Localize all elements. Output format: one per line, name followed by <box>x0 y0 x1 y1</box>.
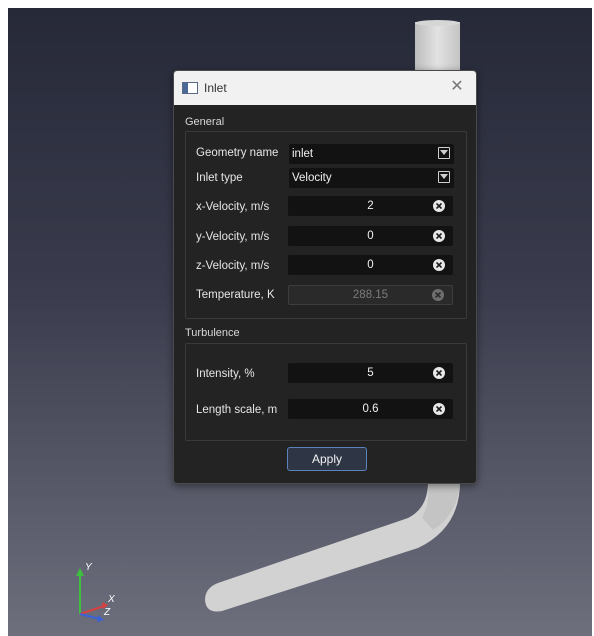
inlet-type-value: Velocity <box>292 172 332 184</box>
inlet-dialog: Inlet ✕ General Geometry name inlet Inle… <box>173 70 477 484</box>
axis-x-label: X <box>107 594 115 605</box>
turbulence-section-label: Turbulence <box>185 327 240 339</box>
x-velocity-value: 2 <box>367 200 374 212</box>
general-section-label: General <box>185 116 225 128</box>
vertical-pipe-cap <box>415 20 460 26</box>
clear-icon[interactable] <box>433 367 445 379</box>
temperature-value: 288.15 <box>352 289 389 301</box>
geometry-name-value: inlet <box>292 148 314 160</box>
clear-icon <box>432 289 444 301</box>
dialog-titlebar[interactable]: Inlet ✕ <box>174 71 476 105</box>
turbulence-group <box>185 343 467 441</box>
z-velocity-input[interactable]: 0 <box>288 255 453 275</box>
inlet-type-label: Inlet type <box>196 172 243 184</box>
length-scale-label: Length scale, m <box>196 404 278 416</box>
clear-icon[interactable] <box>433 230 445 242</box>
geometry-name-combo[interactable]: inlet <box>289 144 454 164</box>
axis-z-label: Z <box>103 607 111 618</box>
dialog-title: Inlet <box>204 81 227 95</box>
clear-icon[interactable] <box>433 259 445 271</box>
close-icon[interactable]: ✕ <box>446 76 468 98</box>
axis-y-label: Y <box>85 562 93 573</box>
bent-pipe <box>205 482 460 612</box>
clear-icon[interactable] <box>433 403 445 415</box>
y-velocity-label: y-Velocity, m/s <box>196 231 270 243</box>
x-velocity-input[interactable]: 2 <box>288 196 453 216</box>
length-scale-value: 0.6 <box>362 403 379 415</box>
geometry-name-label: Geometry name <box>196 147 279 159</box>
chevron-down-icon[interactable] <box>438 147 450 159</box>
apply-button[interactable]: Apply <box>287 447 367 471</box>
intensity-value: 5 <box>367 367 374 379</box>
y-velocity-input[interactable]: 0 <box>288 226 453 246</box>
z-velocity-label: z-Velocity, m/s <box>196 260 270 272</box>
intensity-input[interactable]: 5 <box>288 363 453 383</box>
intensity-label: Intensity, % <box>196 368 255 380</box>
inlet-type-combo[interactable]: Velocity <box>289 168 454 188</box>
z-velocity-value: 0 <box>367 259 374 271</box>
axis-triad: Y X Z <box>66 556 126 626</box>
y-velocity-value: 0 <box>367 230 374 242</box>
x-velocity-label: x-Velocity, m/s <box>196 201 270 213</box>
chevron-down-icon[interactable] <box>438 171 450 183</box>
clear-icon[interactable] <box>433 200 445 212</box>
temperature-input: 288.15 <box>288 285 453 305</box>
length-scale-input[interactable]: 0.6 <box>288 399 453 419</box>
window-icon <box>182 82 198 94</box>
temperature-label: Temperature, K <box>196 289 275 301</box>
